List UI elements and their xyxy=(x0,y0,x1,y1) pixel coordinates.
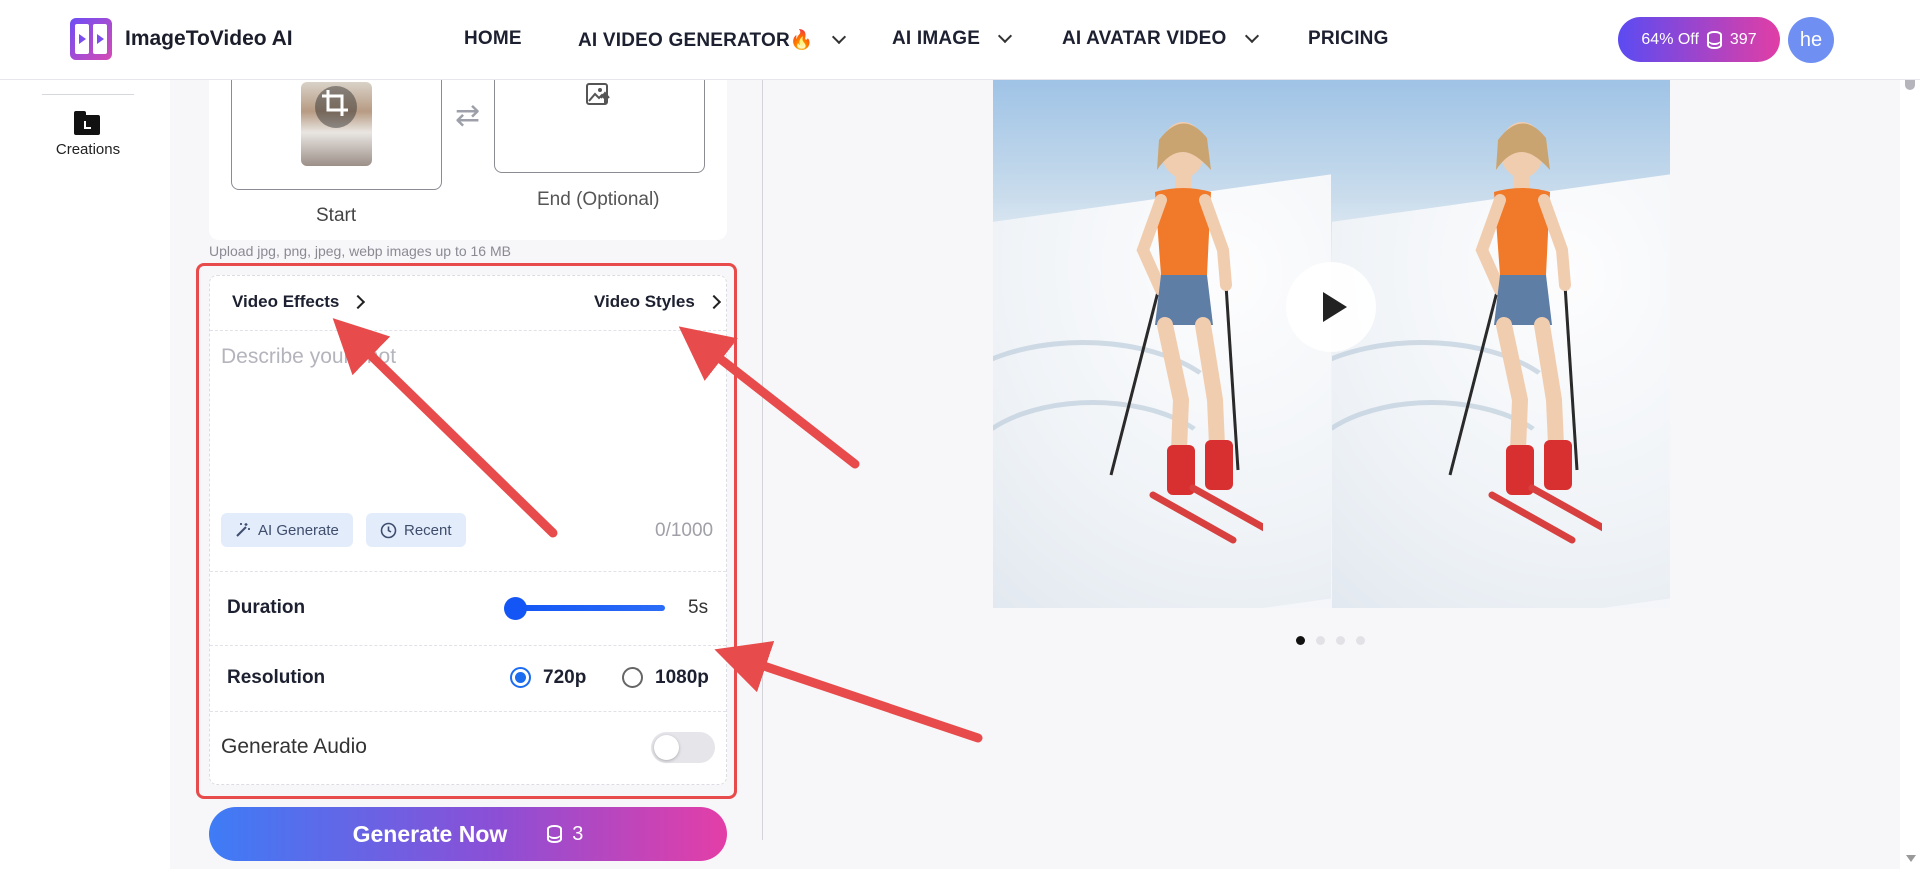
nav-home[interactable]: HOME xyxy=(464,28,522,50)
carousel-dot[interactable] xyxy=(1336,636,1345,645)
nav-ai-image-label: AI IMAGE xyxy=(892,28,981,49)
nav-home-label: HOME xyxy=(464,28,522,49)
panel-divider xyxy=(762,80,763,840)
page-scrollbar[interactable] xyxy=(1900,0,1920,869)
nav-pricing[interactable]: PRICING xyxy=(1308,28,1389,50)
credits-icon xyxy=(547,825,563,843)
upload-hint: Upload jpg, png, jpeg, webp images up to… xyxy=(209,243,511,259)
chevron-down-icon xyxy=(831,29,846,45)
credits-count: 397 xyxy=(1729,30,1757,48)
annotation-arrow xyxy=(714,641,983,743)
swap-icon[interactable]: ⇄ xyxy=(455,98,480,133)
nav-ai-video-generator[interactable]: AI VIDEO GENERATOR🔥 xyxy=(578,28,846,52)
folder-icon xyxy=(74,111,100,135)
play-button[interactable] xyxy=(1286,262,1376,352)
generate-cost: 3 xyxy=(547,823,583,846)
crop-icon[interactable] xyxy=(320,88,350,118)
image-upload-icon xyxy=(586,83,610,105)
sidebar-divider xyxy=(42,94,134,95)
generate-cost-value: 3 xyxy=(572,822,584,845)
skier-image xyxy=(1109,122,1263,544)
skier-image xyxy=(1448,122,1602,544)
credits-icon xyxy=(1706,30,1722,49)
nav-ai-video-generator-label: AI VIDEO GENERATOR🔥 xyxy=(578,30,814,51)
preview-frame-left xyxy=(993,80,1331,608)
brand-name[interactable]: ImageToVideo AI xyxy=(125,27,293,51)
annotation-highlight-box xyxy=(196,263,737,799)
promo-credits-button[interactable]: 64% Off 397 xyxy=(1618,17,1780,62)
chevron-down-icon xyxy=(998,28,1013,44)
nav-ai-image[interactable]: AI IMAGE xyxy=(892,28,1013,50)
generate-now-button[interactable]: Generate Now 3 xyxy=(209,807,727,861)
start-image-label: Start xyxy=(316,205,357,226)
end-image-label: End (Optional) xyxy=(537,189,660,210)
preview-frame-right xyxy=(1332,80,1670,608)
carousel-dot[interactable] xyxy=(1296,636,1305,645)
sidebar xyxy=(0,80,170,869)
nav-ai-avatar-video-label: AI AVATAR VIDEO xyxy=(1062,28,1227,49)
sidebar-item-label: Creations xyxy=(55,141,121,158)
top-navbar: ImageToVideo AI HOME AI VIDEO GENERATOR🔥… xyxy=(0,0,1920,80)
carousel-dot[interactable] xyxy=(1316,636,1325,645)
carousel-dots xyxy=(1296,636,1365,645)
carousel-dot[interactable] xyxy=(1356,636,1365,645)
nav-ai-avatar-video[interactable]: AI AVATAR VIDEO xyxy=(1062,28,1259,50)
brand-logo[interactable] xyxy=(70,18,112,60)
nav-pricing-label: PRICING xyxy=(1308,28,1389,49)
avatar[interactable]: he xyxy=(1788,17,1834,63)
chevron-down-icon xyxy=(1244,28,1259,44)
scroll-down-icon[interactable] xyxy=(1906,855,1916,862)
generate-now-label: Generate Now xyxy=(352,820,508,847)
promo-label: 64% Off xyxy=(1641,30,1699,48)
